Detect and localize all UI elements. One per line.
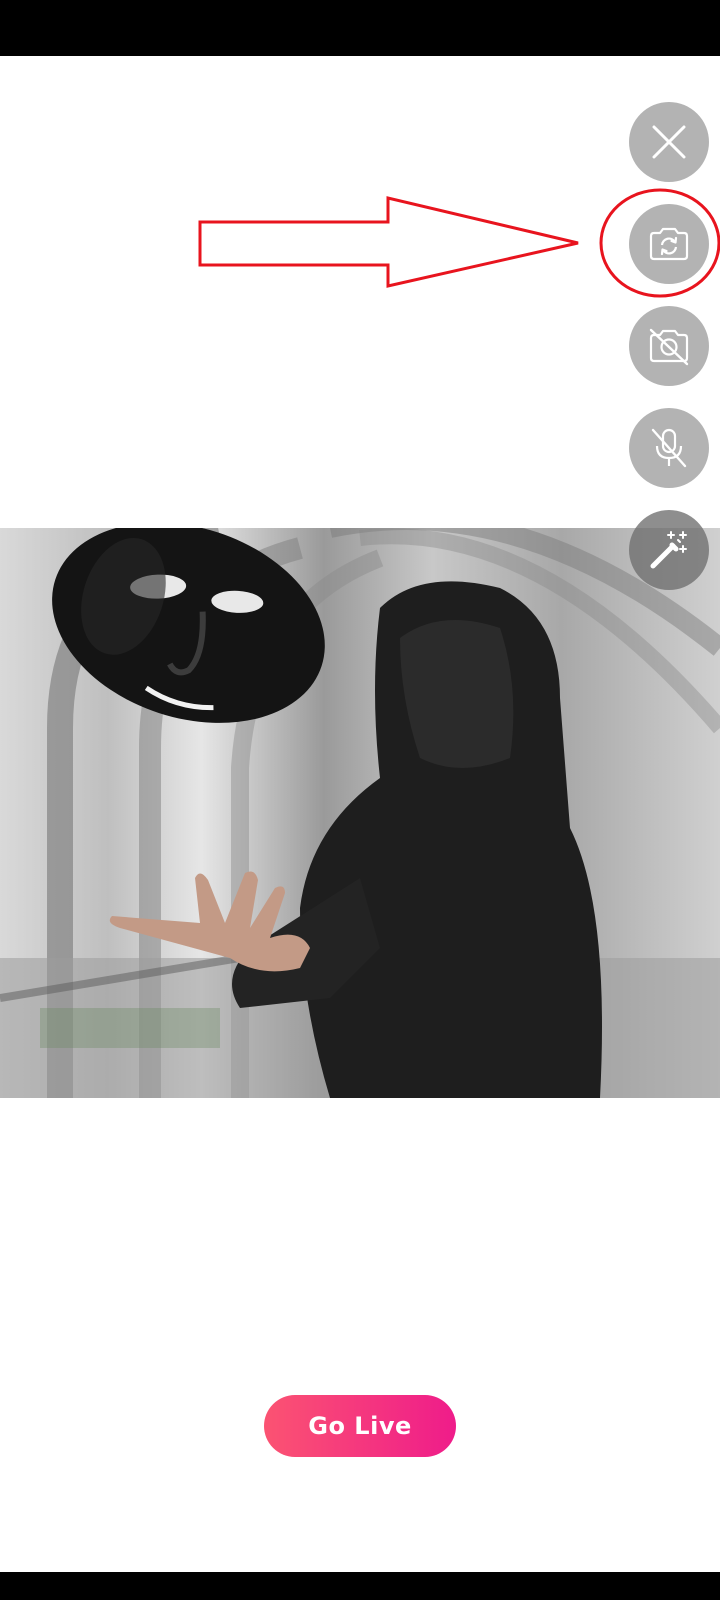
flip-camera-button[interactable] — [629, 204, 709, 284]
go-live-button[interactable]: Go Live — [264, 1395, 456, 1457]
close-button[interactable] — [629, 102, 709, 182]
camera-preview — [0, 528, 720, 1098]
mic-off-button[interactable] — [629, 408, 709, 488]
beauty-filter-button[interactable] — [629, 510, 709, 590]
go-live-label: Go Live — [308, 1412, 412, 1440]
close-icon — [649, 122, 689, 162]
mic-off-icon — [649, 426, 689, 470]
camera-off-button[interactable] — [629, 306, 709, 386]
camera-controls — [629, 102, 709, 612]
camera-off-icon — [647, 326, 691, 366]
arrow-annotation — [198, 196, 579, 288]
magic-wand-icon — [647, 528, 691, 572]
status-bar — [0, 0, 720, 56]
flip-camera-icon — [647, 224, 691, 264]
navigation-bar — [0, 1572, 720, 1600]
